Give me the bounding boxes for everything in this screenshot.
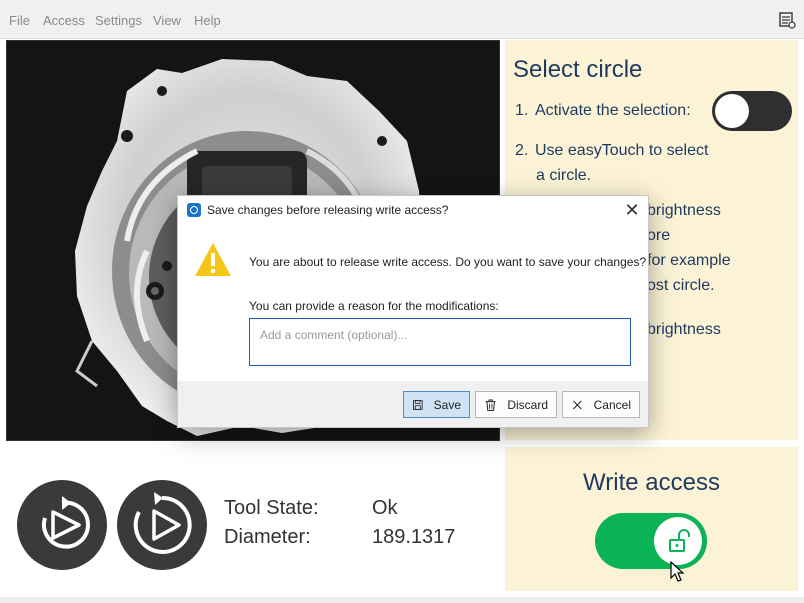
trash-icon: [485, 399, 496, 411]
toggle-knob: [654, 517, 702, 565]
comment-input[interactable]: [249, 318, 631, 366]
save-changes-dialog: Save changes before releasing write acce…: [177, 195, 649, 428]
menu-file[interactable]: File: [9, 13, 30, 28]
cancel-button[interactable]: Cancel: [562, 391, 640, 418]
cancel-label: Cancel: [593, 397, 631, 412]
run-once-button[interactable]: [17, 480, 107, 570]
selection-toggle[interactable]: [712, 91, 792, 131]
write-access-toggle[interactable]: [595, 513, 707, 569]
settings-list-icon[interactable]: [778, 11, 796, 29]
mouse-cursor-icon: [670, 561, 685, 582]
toggle-knob: [715, 94, 749, 128]
step-3-fragment-2: ore: [647, 227, 671, 244]
dialog-message: You are about to release write access. D…: [249, 255, 647, 269]
step-4-fragment: brightness: [647, 321, 721, 338]
dialog-title: Save changes before releasing write acce…: [207, 203, 449, 217]
write-access-title: Write access: [583, 469, 720, 496]
menu-help[interactable]: Help: [194, 13, 221, 28]
step-3-fragment-3: for example: [647, 252, 731, 269]
step-3-fragment-1: brightness: [647, 202, 721, 219]
discard-label: Discard: [507, 397, 548, 412]
step-2-number: 2.: [515, 142, 529, 159]
run-once-icon: [41, 496, 90, 549]
app-icon: [187, 203, 201, 217]
warning-icon: [195, 243, 231, 276]
status-strip: [0, 597, 804, 603]
menu-settings[interactable]: Settings: [95, 13, 142, 28]
dialog-footer: Save Discard Cancel: [178, 381, 648, 427]
dialog-titlebar: Save changes before releasing write acce…: [178, 196, 648, 224]
unlock-icon: [669, 529, 690, 552]
reason-label: You can provide a reason for the modific…: [249, 299, 499, 313]
panel-title: Select circle: [513, 56, 643, 83]
step-3-fragment-4: ost circle.: [647, 277, 715, 294]
write-access-panel: Write access: [505, 447, 798, 591]
tool-state-value: Ok: [372, 497, 398, 519]
cancel-icon: [573, 400, 582, 409]
discard-button[interactable]: Discard: [475, 391, 557, 418]
step-1-text: Activate the selection:: [535, 102, 691, 119]
menu-view[interactable]: View: [153, 13, 181, 28]
diameter-value: 189.1317: [372, 526, 456, 548]
diameter-label: Diameter:: [224, 526, 311, 548]
run-continuous-icon: [133, 492, 192, 554]
close-icon[interactable]: ✕: [622, 200, 642, 220]
run-continuous-button[interactable]: [117, 480, 207, 570]
step-2-line2: a circle.: [536, 167, 592, 184]
menu-bar: File Access Settings View Help: [0, 0, 804, 39]
save-label: Save: [433, 397, 461, 412]
tool-state-label: Tool State:: [224, 497, 319, 519]
save-icon: [413, 399, 423, 410]
step-1-number: 1.: [515, 102, 529, 119]
save-button[interactable]: Save: [403, 391, 470, 418]
step-2-line1: Use easyTouch to select: [535, 142, 709, 159]
menu-access[interactable]: Access: [43, 13, 85, 28]
